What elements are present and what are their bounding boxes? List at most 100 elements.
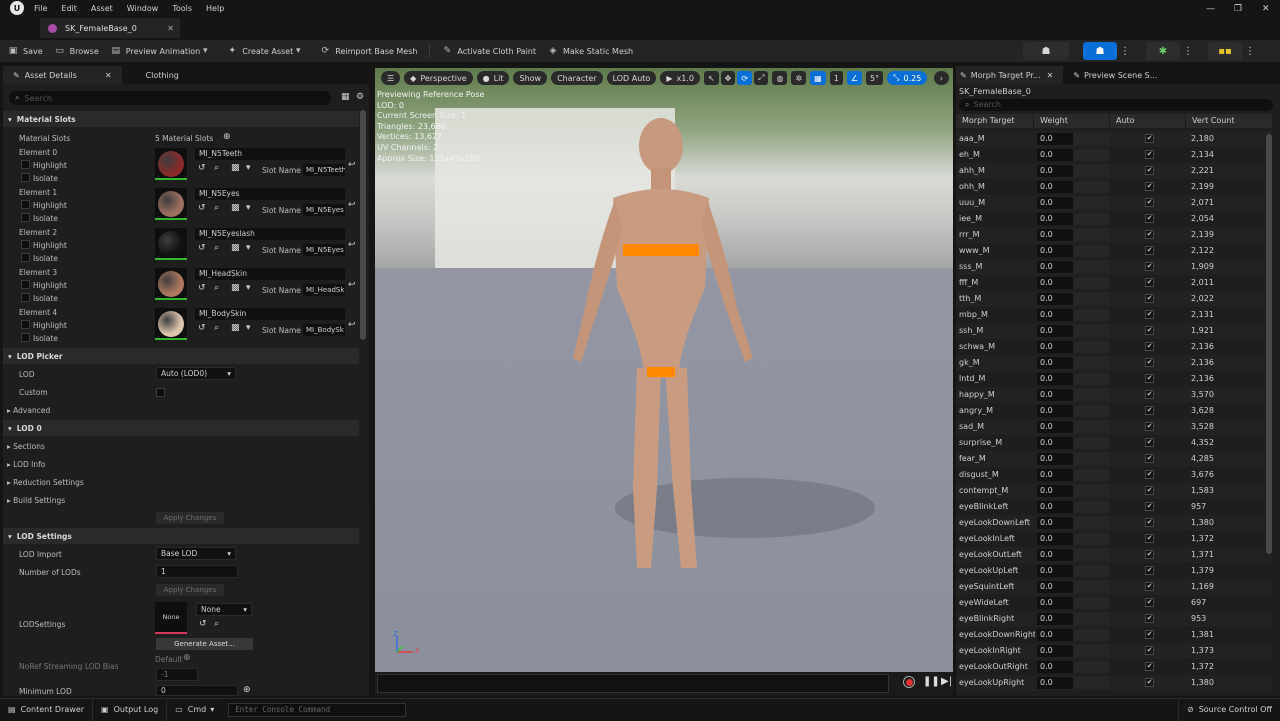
section-lod-picker[interactable]: ▾ LOD Picker xyxy=(3,348,359,364)
morph-target-row[interactable]: eyeLookOutRight 0.0 ✔ 1,372 xyxy=(956,659,1272,675)
morph-weight-slider[interactable] xyxy=(1073,245,1110,257)
morph-target-row[interactable]: iee_M 0.0 ✔ 2,054 xyxy=(956,211,1272,227)
animation-mode-button[interactable]: ✱ xyxy=(1146,42,1180,60)
morph-weight-slider[interactable] xyxy=(1073,133,1110,145)
auto-checkbox[interactable]: ✔ xyxy=(1145,390,1154,399)
auto-checkbox[interactable]: ✔ xyxy=(1145,406,1154,415)
morph-target-row[interactable]: gk_M 0.0 ✔ 2,136 xyxy=(956,355,1272,371)
material-options-icon[interactable]: ▩ xyxy=(231,323,240,333)
chevron-down-icon[interactable]: ▾ xyxy=(246,203,251,213)
morph-target-row[interactable]: schwa_M 0.0 ✔ 2,136 xyxy=(956,339,1272,355)
browse-asset-icon[interactable]: ⌕ xyxy=(214,243,219,253)
morph-weight-input[interactable]: 0.0 xyxy=(1037,261,1073,273)
viewport-menu-button[interactable]: ☰ xyxy=(381,71,401,85)
morph-weight-input[interactable]: 0.0 xyxy=(1037,581,1073,593)
reset-to-default-icon[interactable]: ↩ xyxy=(348,320,356,330)
save-button[interactable]: ▣ Save xyxy=(8,46,43,56)
lit-button[interactable]: ● Lit xyxy=(476,71,510,85)
apply-changes-button[interactable]: Apply Changes xyxy=(156,512,224,524)
lodsettings-dropdown[interactable]: None ▾ xyxy=(196,603,252,616)
physics-mode-options[interactable]: ⋮ xyxy=(1245,42,1255,60)
morph-weight-input[interactable]: 0.0 xyxy=(1037,469,1073,481)
auto-checkbox[interactable]: ✔ xyxy=(1145,134,1154,143)
morph-weight-slider[interactable] xyxy=(1073,229,1110,241)
auto-checkbox[interactable]: ✔ xyxy=(1145,294,1154,303)
add-platform-override-icon[interactable]: ⊕ xyxy=(183,653,191,663)
morph-weight-slider[interactable] xyxy=(1073,405,1110,417)
world-space-button[interactable]: ◍ xyxy=(772,71,788,85)
morph-weight-slider[interactable] xyxy=(1073,661,1110,673)
auto-checkbox[interactable]: ✔ xyxy=(1145,198,1154,207)
material-thumbnail[interactable] xyxy=(155,228,187,260)
morph-weight-slider[interactable] xyxy=(1073,309,1110,321)
morph-weight-input[interactable]: 0.0 xyxy=(1037,661,1073,673)
auto-checkbox[interactable]: ✔ xyxy=(1145,358,1154,367)
morph-weight-input[interactable]: 0.0 xyxy=(1037,341,1073,353)
morph-weight-input[interactable]: 0.0 xyxy=(1037,309,1073,321)
menu-asset[interactable]: Asset xyxy=(91,4,113,13)
morph-weight-input[interactable]: 0.0 xyxy=(1037,565,1073,577)
morph-weight-slider[interactable] xyxy=(1073,421,1110,433)
morph-weight-input[interactable]: 0.0 xyxy=(1037,597,1073,609)
viewport[interactable]: ☰ ◆ Perspective ● Lit Show Character LOD A… xyxy=(375,68,953,672)
morph-weight-input[interactable]: 0.0 xyxy=(1037,277,1073,289)
build-settings-row[interactable]: ▸ Build Settings xyxy=(7,496,65,505)
auto-checkbox[interactable]: ✔ xyxy=(1145,566,1154,575)
pause-button[interactable]: ❚❚ xyxy=(923,676,940,687)
morph-target-row[interactable]: www_M 0.0 ✔ 2,122 xyxy=(956,243,1272,259)
morph-weight-input[interactable]: 0.0 xyxy=(1037,245,1073,257)
surface-snap-button[interactable]: ✲ xyxy=(791,71,807,85)
close-window-button[interactable]: ✕ xyxy=(1262,4,1270,14)
slot-name-input[interactable]: MI_N5Teeth xyxy=(303,164,345,176)
use-selected-icon[interactable]: ↺ xyxy=(198,203,206,213)
use-selected-icon[interactable]: ↺ xyxy=(198,163,206,173)
settings-gear-icon[interactable]: ⚙ xyxy=(356,92,364,102)
auto-checkbox[interactable]: ✔ xyxy=(1145,438,1154,447)
morph-weight-slider[interactable] xyxy=(1073,261,1110,273)
auto-checkbox[interactable]: ✔ xyxy=(1145,646,1154,655)
morph-target-row[interactable]: disgust_M 0.0 ✔ 3,676 xyxy=(956,467,1272,483)
slot-name-input[interactable]: MI_HeadSk xyxy=(303,284,345,296)
morph-weight-input[interactable]: 0.0 xyxy=(1037,677,1073,689)
browse-asset-icon[interactable]: ⌕ xyxy=(214,323,219,333)
morph-weight-input[interactable]: 0.0 xyxy=(1037,405,1073,417)
morph-weight-input[interactable]: 0.0 xyxy=(1037,229,1073,241)
add-platform-override-icon-2[interactable]: ⊕ xyxy=(243,685,251,695)
camera-speed-button[interactable]: ⤡ 0.25 xyxy=(887,71,928,85)
morph-weight-slider[interactable] xyxy=(1073,437,1110,449)
highlight-checkbox[interactable] xyxy=(21,200,30,209)
auto-checkbox[interactable]: ✔ xyxy=(1145,166,1154,175)
morph-weight-slider[interactable] xyxy=(1073,213,1110,225)
auto-checkbox[interactable]: ✔ xyxy=(1145,662,1154,671)
character-button[interactable]: Character xyxy=(551,71,603,85)
material-name-field[interactable]: MI_HeadSkin xyxy=(195,268,345,280)
number-of-lods-input[interactable]: 1 xyxy=(156,565,238,578)
auto-checkbox[interactable]: ✔ xyxy=(1145,582,1154,591)
chevron-down-icon[interactable]: ▾ xyxy=(246,323,251,333)
content-drawer-button[interactable]: ▤ Content Drawer xyxy=(0,698,94,721)
viewport-expand-button[interactable]: › xyxy=(933,71,949,85)
custom-checkbox[interactable] xyxy=(156,388,165,397)
perspective-button[interactable]: ◆ Perspective xyxy=(404,71,473,85)
auto-checkbox[interactable]: ✔ xyxy=(1145,326,1154,335)
chevron-down-icon[interactable]: ▾ xyxy=(246,283,251,293)
auto-checkbox[interactable]: ✔ xyxy=(1145,422,1154,431)
morph-target-row[interactable]: sss_M 0.0 ✔ 1,909 xyxy=(956,259,1272,275)
close-tab-icon[interactable]: ✕ xyxy=(1047,71,1054,80)
auto-checkbox[interactable]: ✔ xyxy=(1145,598,1154,607)
use-selected-icon[interactable]: ↺ xyxy=(199,619,207,629)
morph-target-row[interactable]: eyeSquintLeft 0.0 ✔ 1,169 xyxy=(956,579,1272,595)
cloth-paint-button[interactable]: ✎ Activate Cloth Paint xyxy=(442,46,536,56)
morph-weight-slider[interactable] xyxy=(1073,581,1110,593)
add-slot-icon[interactable]: ⊕ xyxy=(223,132,231,142)
tab-asset-details[interactable]: ✎ Asset Details ✕ xyxy=(3,66,122,84)
morph-weight-slider[interactable] xyxy=(1073,549,1110,561)
browse-asset-icon[interactable]: ⌕ xyxy=(214,203,219,213)
mesh-mode-options[interactable]: ⋮ xyxy=(1120,42,1130,60)
unreal-logo-icon[interactable]: U xyxy=(10,1,24,15)
slot-name-input[interactable]: MI_N5Eyes xyxy=(303,204,345,216)
isolate-checkbox[interactable] xyxy=(21,213,30,222)
morph-target-row[interactable]: angry_M 0.0 ✔ 3,628 xyxy=(956,403,1272,419)
auto-checkbox[interactable]: ✔ xyxy=(1145,678,1154,687)
morph-weight-input[interactable]: 0.0 xyxy=(1037,533,1073,545)
